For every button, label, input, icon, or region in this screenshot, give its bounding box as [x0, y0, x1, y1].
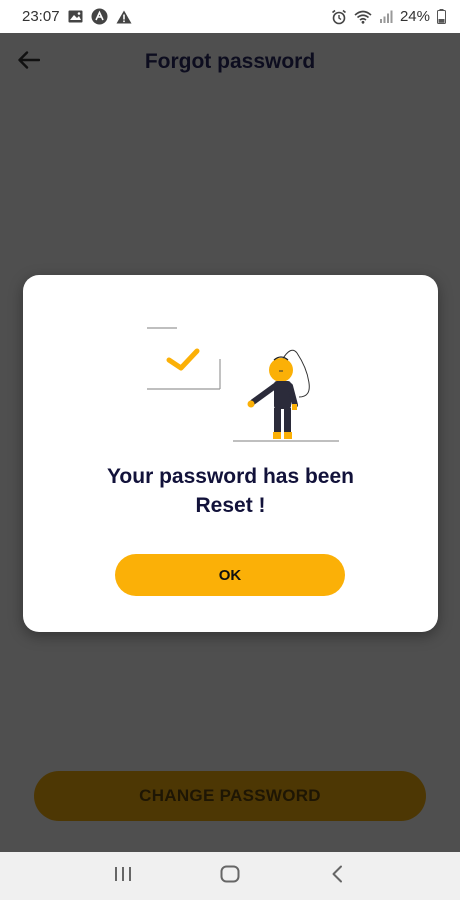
- app-bar: Forgot password: [0, 33, 460, 91]
- status-left: 23:07: [22, 8, 132, 25]
- success-dialog: Your password has been Reset ! OK: [23, 275, 438, 632]
- battery-icon: [437, 9, 446, 24]
- dialog-message-line1: Your password has been: [106, 465, 354, 488]
- wifi-icon: [354, 10, 372, 24]
- recent-apps-icon: [114, 866, 132, 887]
- change-password-button[interactable]: CHANGE PASSWORD: [34, 771, 426, 821]
- status-bar: 23:07 24%: [0, 0, 460, 33]
- warning-icon: [116, 10, 132, 24]
- page-title: Forgot password: [144, 50, 316, 73]
- dialog-message-line2: Reset !: [195, 494, 266, 517]
- navigation-bar: [0, 852, 460, 900]
- battery-percent: 24%: [399, 8, 430, 25]
- status-time: 23:07: [22, 8, 60, 25]
- home-icon: [220, 865, 240, 888]
- dialog-message: Your password has been Reset !: [43, 462, 418, 520]
- recent-apps-button[interactable]: [103, 856, 143, 896]
- image-icon: [68, 10, 83, 23]
- status-right: 24%: [331, 8, 446, 25]
- signal-icon: [379, 10, 393, 23]
- back-icon: [331, 865, 343, 888]
- app-notification-icon: [91, 8, 108, 25]
- ok-button[interactable]: OK: [115, 554, 345, 596]
- home-button[interactable]: [210, 856, 250, 896]
- alarm-icon: [331, 9, 347, 25]
- nav-back-button[interactable]: [317, 856, 357, 896]
- password-reset-illustration: [141, 323, 341, 453]
